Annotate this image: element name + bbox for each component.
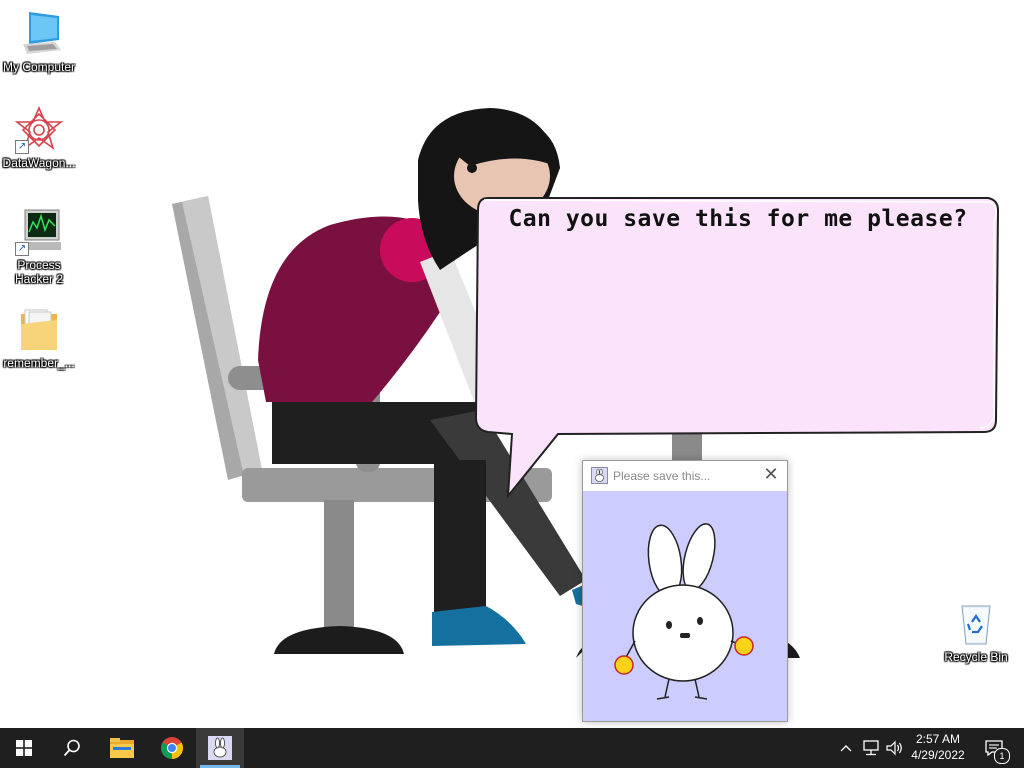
network-icon [863, 740, 879, 756]
volume-button[interactable] [884, 728, 906, 768]
folder-icon [15, 306, 63, 354]
desktop-icon-label: DataWagon... [2, 156, 76, 170]
desktop-icon-remember[interactable]: remember_... [0, 306, 78, 370]
popup-window[interactable]: Please save this... ✕ [582, 460, 788, 722]
clock-time: 2:57 AM [915, 732, 961, 746]
speech-bubble-text: Can you save this for me please? [508, 206, 968, 232]
recycle-bin-icon [952, 600, 1000, 648]
notification-count-badge: 1 [994, 748, 1010, 764]
file-explorer-button[interactable] [98, 728, 146, 768]
network-button[interactable] [860, 728, 882, 768]
taskbar-clock[interactable]: 2:57 AM 4/29/2022 [904, 731, 972, 763]
show-hidden-icons-button[interactable] [836, 728, 856, 768]
bunny-app-icon [208, 736, 232, 760]
shortcut-arrow-icon: ↗ [15, 242, 29, 256]
windows-start-icon [16, 740, 32, 756]
chrome-icon [161, 737, 183, 759]
popup-title: Please save this... [613, 469, 711, 483]
desktop-icon-my-computer[interactable]: My Computer [0, 10, 78, 74]
desktop-icon-recycle-bin[interactable]: Recycle Bin [940, 600, 1012, 664]
close-button[interactable]: ✕ [755, 461, 787, 491]
popup-content [583, 491, 787, 721]
chrome-button[interactable] [148, 728, 196, 768]
popup-titlebar[interactable]: Please save this... ✕ [583, 461, 787, 491]
desktop-icon-label: remember_... [3, 356, 75, 370]
taskbar: 2:57 AM 4/29/2022 1 [0, 728, 1024, 768]
please-save-app-button[interactable] [196, 728, 244, 768]
search-icon [63, 739, 80, 757]
chevron-up-icon [840, 745, 852, 752]
computer-icon [15, 10, 63, 58]
datawagon-icon: ↗ [14, 105, 64, 154]
bunny-illustration [614, 523, 754, 700]
desktop-icon-label: Process Hacker 2 [14, 258, 64, 286]
desktop-icon-label: Recycle Bin [944, 650, 1008, 664]
search-button[interactable] [48, 728, 96, 768]
start-button[interactable] [0, 728, 48, 768]
desktop: My Computer ↗ DataWagon... ↗ Process Hac… [0, 0, 1024, 728]
clock-date: 4/29/2022 [911, 748, 965, 762]
speaker-icon [886, 740, 902, 756]
desktop-icon-label: My Computer [2, 60, 76, 74]
folder-icon [110, 738, 134, 758]
shortcut-arrow-icon: ↗ [15, 140, 29, 154]
desktop-icon-datawagon[interactable]: ↗ DataWagon... [0, 105, 78, 170]
speech-bubble [474, 197, 1000, 500]
bunny-app-icon [591, 467, 608, 484]
process-hacker-icon: ↗ [15, 208, 63, 256]
desktop-icon-process-hacker[interactable]: ↗ Process Hacker 2 [0, 208, 78, 286]
